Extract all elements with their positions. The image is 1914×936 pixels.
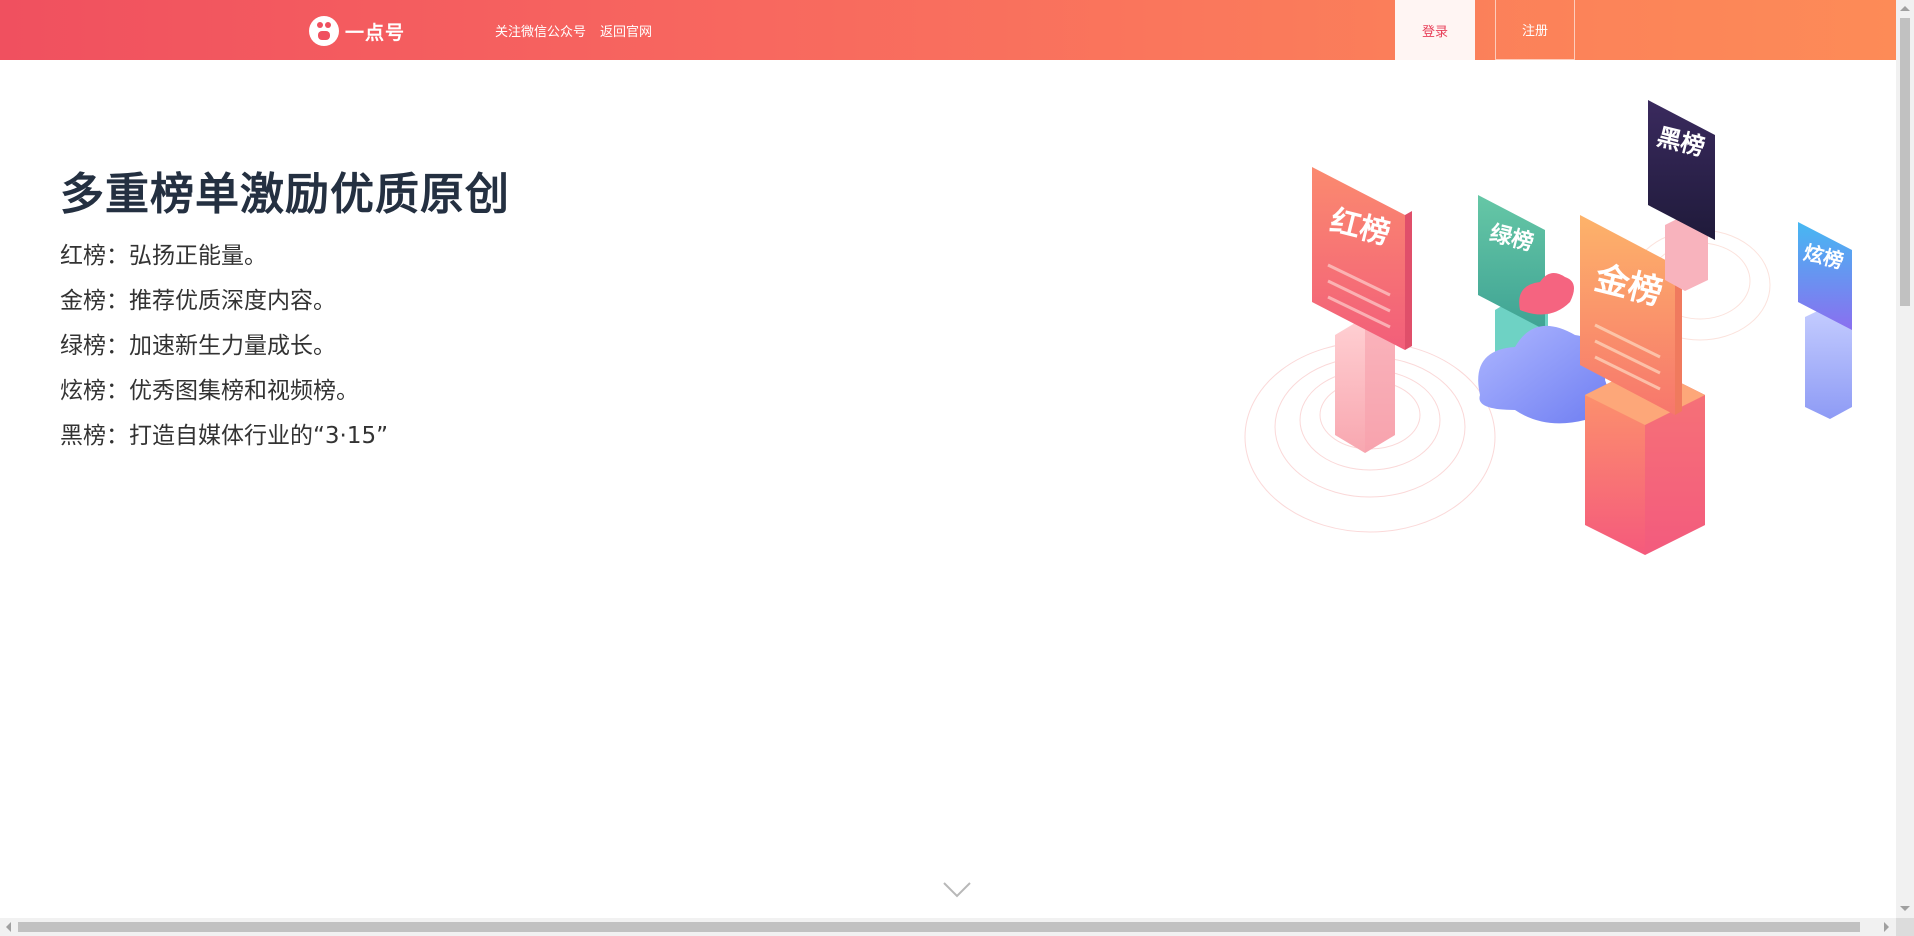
hero-title: 多重榜单激励优质原创 [60, 169, 510, 220]
scroll-up-arrow-icon[interactable] [1900, 6, 1910, 11]
vertical-scrollbar[interactable] [1896, 0, 1914, 918]
ranking-item-black: 黑榜：打造自媒体行业的“3·15” [60, 423, 389, 449]
vertical-scroll-thumb[interactable] [1900, 18, 1910, 306]
ranking-list: 红榜：弘扬正能量。 金榜：推荐优质深度内容。 绿榜：加速新生力量成长。 炫榜：优… [60, 234, 510, 459]
horizontal-scroll-thumb[interactable] [18, 922, 1860, 932]
header-nav: 关注微信公众号 返回官网 [495, 21, 652, 40]
logo-text: 一点号 [345, 21, 406, 44]
browser-viewport: 一点号 关注微信公众号 返回官网 登录 注册 多重榜单激励优质原创 红榜：弘扬正… [0, 0, 1914, 936]
ranking-boards-illustration: 红榜 绿榜 金榜 黑榜 炫榜 [1244, 100, 1852, 555]
scrollbar-corner [1896, 918, 1914, 936]
scroll-right-arrow-icon[interactable] [1884, 922, 1889, 932]
page: 一点号 关注微信公众号 返回官网 登录 注册 多重榜单激励优质原创 红榜：弘扬正… [0, 0, 1896, 918]
site-logo[interactable]: 一点号 [309, 16, 405, 46]
hero-section: 多重榜单激励优质原创 红榜：弘扬正能量。 金榜：推荐优质深度内容。 绿榜：加速新… [60, 168, 510, 459]
nav-back-official-site[interactable]: 返回官网 [600, 21, 652, 40]
top-header: 一点号 关注微信公众号 返回官网 登录 注册 [0, 0, 1896, 60]
ranking-item-green: 绿榜：加速新生力量成长。 [60, 333, 336, 359]
ranking-item-red: 红榜：弘扬正能量。 [60, 243, 267, 269]
ranking-item-gold: 金榜：推荐优质深度内容。 [60, 288, 336, 314]
scroll-down-arrow-icon[interactable] [1900, 906, 1910, 911]
login-button[interactable]: 登录 [1395, 0, 1475, 60]
register-button[interactable]: 注册 [1495, 0, 1575, 60]
horizontal-scrollbar[interactable] [0, 918, 1896, 936]
nav-follow-wechat[interactable]: 关注微信公众号 [495, 21, 586, 40]
logo-icon [309, 16, 339, 46]
scroll-left-arrow-icon[interactable] [6, 922, 11, 932]
ranking-item-dazzle: 炫榜：优秀图集榜和视频榜。 [60, 378, 359, 404]
chevron-down-icon[interactable] [942, 880, 972, 900]
